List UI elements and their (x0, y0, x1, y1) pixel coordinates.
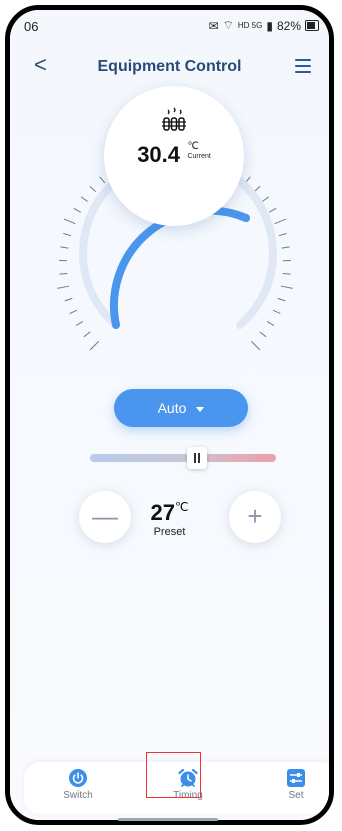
current-temperature: 30.4 ℃ Current (104, 142, 244, 168)
tab-switch[interactable]: Switch (46, 766, 110, 801)
dial-tick (278, 233, 287, 237)
increase-button[interactable]: + (229, 491, 281, 543)
status-bar: 06 ✉ ⌔ HD 5G ▮ 82% (10, 10, 329, 40)
dial-tick (262, 196, 270, 202)
dial-tick (60, 246, 69, 249)
network-label: HD 5G (237, 21, 263, 30)
mode-label: Auto (157, 400, 187, 416)
tab-switch-label: Switch (63, 790, 93, 801)
tab-timing[interactable]: Timing (156, 766, 220, 801)
dial-tick (59, 272, 68, 275)
notification-icon: ✉ (208, 18, 219, 33)
slider-handle[interactable] (187, 447, 207, 469)
plus-icon: + (247, 501, 263, 531)
dial-tick (89, 341, 99, 351)
dial-tick (272, 309, 281, 315)
dial-progress-arc (110, 206, 250, 329)
menu-icon[interactable] (295, 59, 311, 77)
dial-tick (89, 185, 97, 193)
dial-tick (274, 218, 287, 225)
status-icons: ✉ ⌔ HD 5G ▮ 82% (209, 18, 319, 33)
dial-center: 30.4 ℃ Current (104, 86, 244, 226)
dial-tick (73, 207, 82, 213)
preset-temperature: 27℃ Preset (10, 500, 329, 538)
dial-tick (259, 331, 267, 338)
bottom-tab-bar: Switch Timing Set (24, 762, 329, 814)
preset-label: Preset (153, 526, 186, 538)
dial-tick (83, 331, 91, 338)
dial-tick (253, 185, 261, 193)
dial-tick (251, 341, 261, 351)
dial-tick (266, 321, 275, 327)
alarm-clock-icon (178, 768, 198, 787)
current-temp-label: Current (187, 153, 211, 160)
caret-down-icon (196, 406, 205, 412)
current-temp-meta: ℃ Current (187, 142, 210, 162)
signal-icon: ▮ (266, 18, 273, 33)
dial-tick (282, 272, 291, 275)
current-temp-unit: ℃ (187, 141, 199, 152)
current-temp-value: 30.4 (137, 142, 181, 167)
dial-tick (99, 176, 106, 184)
battery-icon (305, 20, 319, 31)
dial-tick (57, 285, 70, 289)
dial-tick (277, 297, 286, 302)
battery-percent: 82% (276, 18, 301, 33)
mode-dropdown-button[interactable]: Auto (114, 389, 248, 427)
heater-icon (104, 106, 244, 137)
temperature-slider[interactable] (90, 447, 276, 469)
wifi-icon: ⌔ (222, 18, 234, 32)
dial-tick (80, 196, 88, 202)
dial-tick (64, 297, 73, 302)
status-time: 06 (24, 19, 39, 34)
dial-tick (63, 233, 72, 237)
dial-knob[interactable] (242, 214, 250, 222)
app-screen: 06 ✉ ⌔ HD 5G ▮ 82% < Equipment Control 1 (10, 10, 329, 820)
page-title: Equipment Control (97, 58, 242, 75)
tab-timing-label: Timing (173, 790, 203, 801)
dial-tick (268, 207, 277, 213)
tab-set-label: Set (288, 790, 304, 801)
dial-tick (281, 246, 290, 249)
app-header: < Equipment Control (10, 52, 329, 82)
dial-tick (280, 285, 293, 289)
preset-unit: ℃ (175, 500, 189, 514)
tab-set[interactable]: Set (264, 766, 328, 801)
dial-tick (75, 321, 84, 327)
power-icon (69, 769, 87, 787)
dial-tick (69, 309, 78, 315)
dial-tick (63, 218, 76, 225)
phone-frame: 06 ✉ ⌔ HD 5G ▮ 82% < Equipment Control 1 (5, 5, 334, 825)
sliders-icon (287, 769, 305, 787)
preset-value: 27 (150, 500, 175, 525)
home-indicator[interactable] (118, 818, 218, 821)
